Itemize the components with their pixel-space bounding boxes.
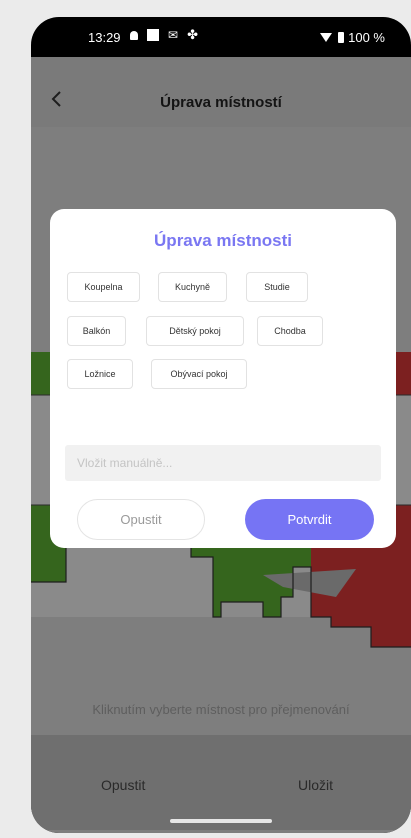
instruction-hint: Kliknutím vyberte místnost pro přejmenov… [92,702,350,717]
status-bar: 13:29 ✉ ✤ 100 % [31,17,411,57]
room-chip-detsky-pokoj[interactable]: Dětský pokoj [146,316,244,346]
room-chip-obyvaci-pokoj[interactable]: Obývací pokoj [151,359,247,389]
phone-frame: 13:29 ✉ ✤ 100 % Úprava místností Kliknut… [31,17,411,833]
battery-icon [338,32,345,43]
notification-icons: ✉ ✤ [130,27,198,42]
room-chip-koupelna[interactable]: Koupelna [67,272,140,302]
wifi-icon [320,33,333,42]
notification-bell-icon [130,30,138,40]
battery-percent: 100 % [348,30,385,45]
bottom-cancel-button[interactable]: Opustit [101,777,145,793]
room-chip-kuchyne[interactable]: Kuchyně [158,272,227,302]
bottom-save-button[interactable]: Uložit [298,777,333,793]
room-chip-chodba[interactable]: Chodba [257,316,323,346]
bottom-action-bar: Opustit Uložit [31,735,411,830]
room-chip-loznice[interactable]: Ložnice [67,359,133,389]
app-screen: Úprava místností Kliknutím vyberte místn… [31,57,411,833]
dialog-confirm-button[interactable]: Potvrdit [245,499,374,540]
room-chip-balkon[interactable]: Balkón [67,316,126,346]
manual-name-input[interactable] [65,445,381,481]
square-icon [147,29,159,41]
edit-room-dialog: Úprava místnosti Koupelna Kuchyně Studie… [50,209,396,548]
home-indicator[interactable] [170,819,272,823]
room-chip-studie[interactable]: Studie [246,272,308,302]
dialog-title: Úprava místnosti [154,231,292,250]
fan-icon: ✤ [187,27,198,42]
room-green-strip [31,352,50,395]
system-icons: 100 % [320,30,385,45]
status-time: 13:29 [88,30,121,45]
dialog-cancel-button[interactable]: Opustit [77,499,205,540]
gmail-icon: ✉ [168,28,179,42]
